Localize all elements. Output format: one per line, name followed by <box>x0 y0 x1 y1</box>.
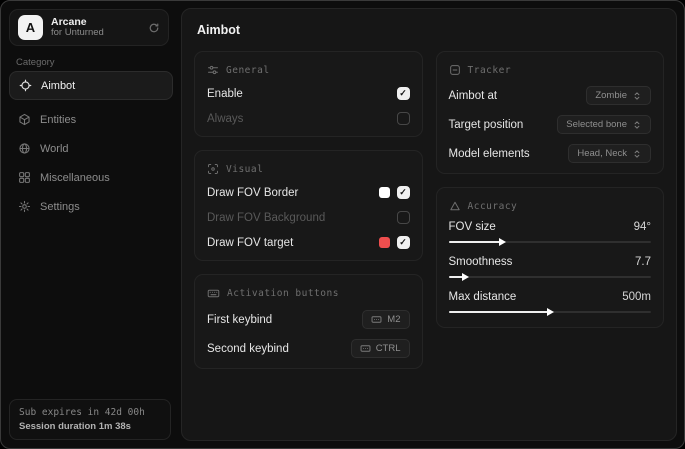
scan-eye-icon <box>207 163 219 175</box>
keyboard-icon <box>371 314 382 325</box>
refresh-icon[interactable] <box>148 22 160 34</box>
section-label-tracker: Tracker <box>468 65 512 76</box>
app-header: A Arcane for Unturned <box>9 9 169 46</box>
app-subtitle: for Unturned <box>51 28 140 39</box>
sidebar-nav: Aimbot Entities World <box>9 71 173 222</box>
sidebar-item-label: World <box>40 143 69 155</box>
fov-target-color-swatch[interactable] <box>379 237 390 248</box>
sidebar-item-settings[interactable]: Settings <box>9 193 173 220</box>
setting-row-fov-border: Draw FOV Border <box>207 185 410 200</box>
fov-size-slider[interactable] <box>449 237 652 247</box>
page-title: Aimbot <box>197 23 664 37</box>
app-window: A Arcane for Unturned Category Aimbot <box>0 0 685 449</box>
chevrons-up-down-icon <box>632 149 642 159</box>
max-distance-slider[interactable] <box>449 307 652 317</box>
slider-thumb[interactable] <box>499 238 506 246</box>
fov-size-slider-block: FOV size 94° <box>449 221 652 247</box>
subscription-status: Sub expires in 42d 00h Session duration … <box>9 399 171 440</box>
fov-border-color-swatch[interactable] <box>379 187 390 198</box>
sidebar-item-entities[interactable]: Entities <box>9 106 173 133</box>
chevrons-up-down-icon <box>632 120 642 130</box>
sidebar-item-miscellaneous[interactable]: Miscellaneous <box>9 164 173 191</box>
smoothness-slider[interactable] <box>449 272 652 282</box>
triangle-icon <box>449 200 461 212</box>
max-distance-slider-block: Max distance 500m <box>449 291 652 317</box>
keyboard-icon <box>207 287 220 300</box>
fov-border-checkbox[interactable] <box>397 186 410 199</box>
category-label: Category <box>16 57 55 68</box>
globe-icon <box>18 142 31 155</box>
general-card: General Enable Always <box>194 51 423 137</box>
setting-row-fov-target: Draw FOV target <box>207 235 410 250</box>
slider-thumb[interactable] <box>547 308 554 316</box>
right-column: Tracker Aimbot at Zombie <box>436 51 665 328</box>
scan-minus-icon <box>449 64 461 76</box>
section-label-accuracy: Accuracy <box>468 201 518 212</box>
crosshair-icon <box>19 79 32 92</box>
fov-background-checkbox[interactable] <box>397 211 410 224</box>
target-position-dropdown[interactable]: Selected bone <box>557 115 651 134</box>
sidebar-item-world[interactable]: World <box>9 135 173 162</box>
second-keybind-button[interactable]: CTRL <box>351 339 410 358</box>
fov-target-checkbox[interactable] <box>397 236 410 249</box>
left-column: General Enable Always <box>194 51 423 369</box>
setting-row-aimbot-at: Aimbot at Zombie <box>449 86 652 105</box>
sliders-icon <box>207 64 219 76</box>
setting-row-enable: Enable <box>207 86 410 101</box>
smoothness-value: 7.7 <box>635 256 651 268</box>
app-logo: A <box>18 15 43 40</box>
sidebar-item-label: Aimbot <box>41 80 75 92</box>
sidebar-item-label: Entities <box>40 114 76 126</box>
setting-row-target-position: Target position Selected bone <box>449 115 652 134</box>
aimbot-at-dropdown[interactable]: Zombie <box>586 86 651 105</box>
section-label-general: General <box>226 65 270 76</box>
sub-expiry-text: Sub expires in 42d 00h <box>19 407 161 418</box>
sidebar-item-label: Settings <box>40 201 80 213</box>
smoothness-slider-block: Smoothness 7.7 <box>449 256 652 282</box>
section-label-visual: Visual <box>226 164 263 175</box>
gear-icon <box>18 200 31 213</box>
setting-row-second-keybind: Second keybind CTRL <box>207 339 410 358</box>
sidebar-item-aimbot[interactable]: Aimbot <box>9 71 173 100</box>
cube-icon <box>18 113 31 126</box>
always-checkbox[interactable] <box>397 112 410 125</box>
chevrons-up-down-icon <box>632 91 642 101</box>
main-panel: Aimbot General Enable <box>181 8 677 441</box>
setting-row-fov-background: Draw FOV Background <box>207 210 410 225</box>
session-duration-text: Session duration 1m 38s <box>19 421 161 432</box>
sidebar-item-label: Miscellaneous <box>40 172 110 184</box>
visual-card: Visual Draw FOV Border Draw FOV Backgrou… <box>194 150 423 261</box>
max-distance-value: 500m <box>622 291 651 303</box>
first-keybind-button[interactable]: M2 <box>362 310 409 329</box>
activation-card: Activation buttons First keybind M2 <box>194 274 423 369</box>
setting-row-always: Always <box>207 111 410 126</box>
setting-row-first-keybind: First keybind M2 <box>207 310 410 329</box>
setting-row-model-elements: Model elements Head, Neck <box>449 144 652 163</box>
model-elements-dropdown[interactable]: Head, Neck <box>568 144 651 163</box>
accuracy-card: Accuracy FOV size 94° <box>436 187 665 328</box>
section-label-activation: Activation buttons <box>227 288 339 299</box>
tracker-card: Tracker Aimbot at Zombie <box>436 51 665 174</box>
grid-icon <box>18 171 31 184</box>
sidebar: A Arcane for Unturned Category Aimbot <box>1 1 181 448</box>
keyboard-icon <box>360 343 371 354</box>
fov-size-value: 94° <box>634 221 651 233</box>
enable-checkbox[interactable] <box>397 87 410 100</box>
slider-thumb[interactable] <box>462 273 469 281</box>
